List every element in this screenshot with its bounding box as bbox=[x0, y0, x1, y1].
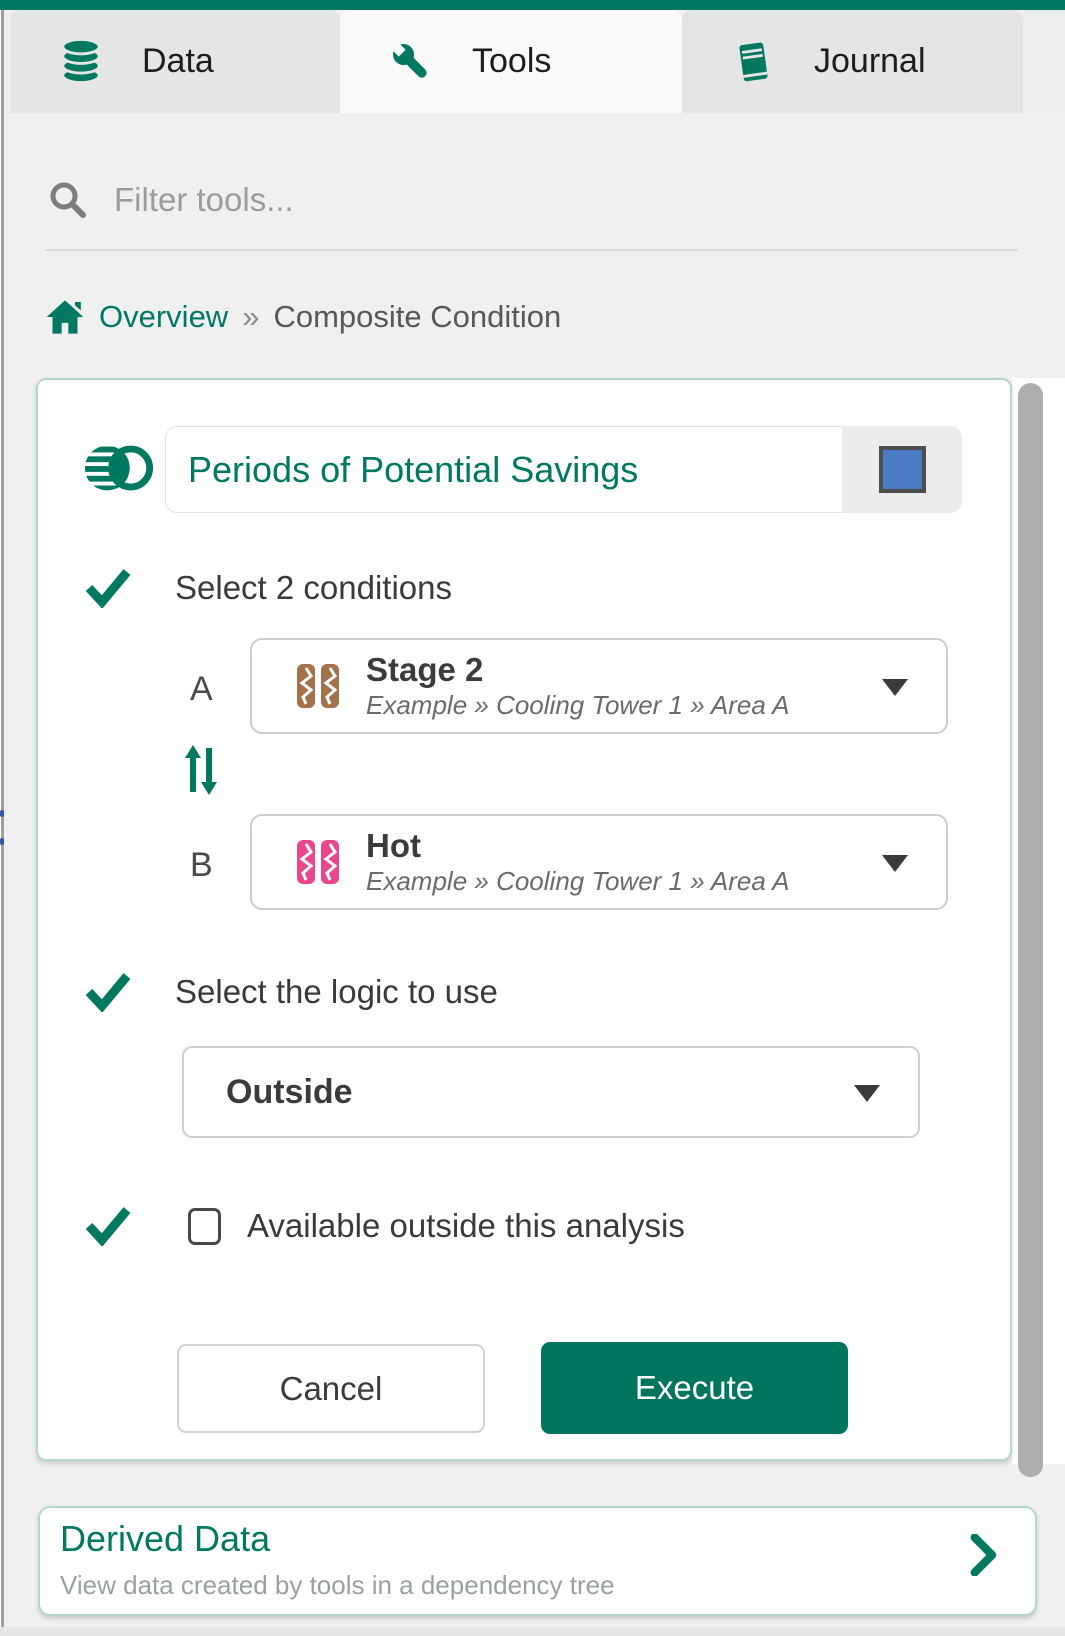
checkmark-icon bbox=[85, 568, 131, 608]
step-scope: Available outside this analysis bbox=[85, 1206, 685, 1246]
logic-selected-value: Outside bbox=[226, 1073, 353, 1112]
wrench-icon bbox=[388, 39, 434, 85]
breadcrumb-current-tool: Composite Condition bbox=[273, 299, 561, 335]
condition-name-group bbox=[165, 426, 962, 513]
top-accent-bar bbox=[0, 0, 1065, 10]
condition-b-slot-label: B bbox=[190, 846, 213, 885]
tab-journal[interactable]: Journal bbox=[682, 10, 1023, 113]
tab-tools-label: Tools bbox=[472, 42, 551, 81]
condition-b-name: Hot bbox=[366, 827, 789, 865]
tab-tools[interactable]: Tools bbox=[340, 10, 682, 113]
panel-splitter[interactable] bbox=[0, 10, 4, 1627]
step-select-logic: Select the logic to use bbox=[85, 972, 498, 1012]
condition-a-select[interactable]: Stage 2 Example » Cooling Tower 1 » Area… bbox=[250, 638, 948, 734]
derived-data-subtitle: View data created by tools in a dependen… bbox=[60, 1570, 615, 1601]
condition-a-text: Stage 2 Example » Cooling Tower 1 » Area… bbox=[366, 651, 789, 721]
step-label: Select the logic to use bbox=[175, 973, 498, 1011]
condition-a-path: Example » Cooling Tower 1 » Area A bbox=[366, 689, 789, 721]
composite-condition-form: Select 2 conditions A Stage 2 Example » … bbox=[36, 378, 1012, 1461]
tab-bar-filler bbox=[1023, 10, 1065, 113]
checkmark-icon bbox=[85, 1206, 131, 1246]
available-outside-checkbox[interactable] bbox=[188, 1208, 221, 1245]
condition-b-path: Example » Cooling Tower 1 » Area A bbox=[366, 865, 789, 897]
breadcrumb-separator: » bbox=[242, 299, 259, 335]
available-outside-label: Available outside this analysis bbox=[247, 1207, 685, 1245]
color-swatch-button[interactable] bbox=[879, 446, 926, 493]
condition-name-input[interactable] bbox=[165, 426, 842, 513]
condition-a-name: Stage 2 bbox=[366, 651, 789, 689]
step-select-conditions: Select 2 conditions bbox=[85, 568, 452, 608]
chevron-down-icon bbox=[854, 1085, 880, 1102]
chevron-down-icon bbox=[882, 679, 908, 696]
filter-tools-input[interactable] bbox=[114, 181, 714, 219]
gutter-dot bbox=[0, 838, 4, 845]
chevron-right-icon bbox=[969, 1534, 999, 1576]
breadcrumb-overview-link[interactable]: Overview bbox=[99, 299, 228, 335]
gutter-dot bbox=[0, 810, 4, 817]
bottom-strip bbox=[0, 1627, 1065, 1636]
tools-panel: Data Tools Journal bbox=[0, 0, 1065, 1636]
tab-bar: Data Tools Journal bbox=[10, 10, 1065, 113]
step-label: Select 2 conditions bbox=[175, 569, 452, 607]
journal-icon bbox=[730, 39, 776, 85]
derived-data-card[interactable]: Derived Data View data created by tools … bbox=[38, 1506, 1037, 1616]
divider bbox=[45, 249, 1018, 251]
database-icon bbox=[58, 39, 104, 85]
scrollbar-thumb[interactable] bbox=[1018, 383, 1043, 1477]
search-icon bbox=[48, 180, 88, 220]
composite-condition-icon bbox=[83, 443, 155, 493]
derived-data-title: Derived Data bbox=[60, 1518, 270, 1560]
condition-b-icon bbox=[296, 838, 340, 886]
color-picker-addon bbox=[842, 426, 962, 513]
condition-b-text: Hot Example » Cooling Tower 1 » Area A bbox=[366, 827, 789, 897]
condition-b-select[interactable]: Hot Example » Cooling Tower 1 » Area A bbox=[250, 814, 948, 910]
condition-a-slot-label: A bbox=[190, 670, 213, 709]
tab-journal-label: Journal bbox=[814, 42, 926, 81]
logic-select[interactable]: Outside bbox=[182, 1046, 920, 1138]
filter-tools-row bbox=[48, 176, 714, 224]
swap-conditions-icon[interactable] bbox=[184, 744, 218, 796]
execute-button[interactable]: Execute bbox=[541, 1342, 848, 1434]
chevron-down-icon bbox=[882, 855, 908, 872]
checkmark-icon bbox=[85, 972, 131, 1012]
cancel-button[interactable]: Cancel bbox=[177, 1344, 485, 1433]
tab-data[interactable]: Data bbox=[10, 10, 340, 113]
condition-a-icon bbox=[296, 662, 340, 710]
tab-data-label: Data bbox=[142, 42, 214, 81]
breadcrumb: Overview » Composite Condition bbox=[45, 294, 561, 340]
home-icon[interactable] bbox=[45, 298, 85, 336]
